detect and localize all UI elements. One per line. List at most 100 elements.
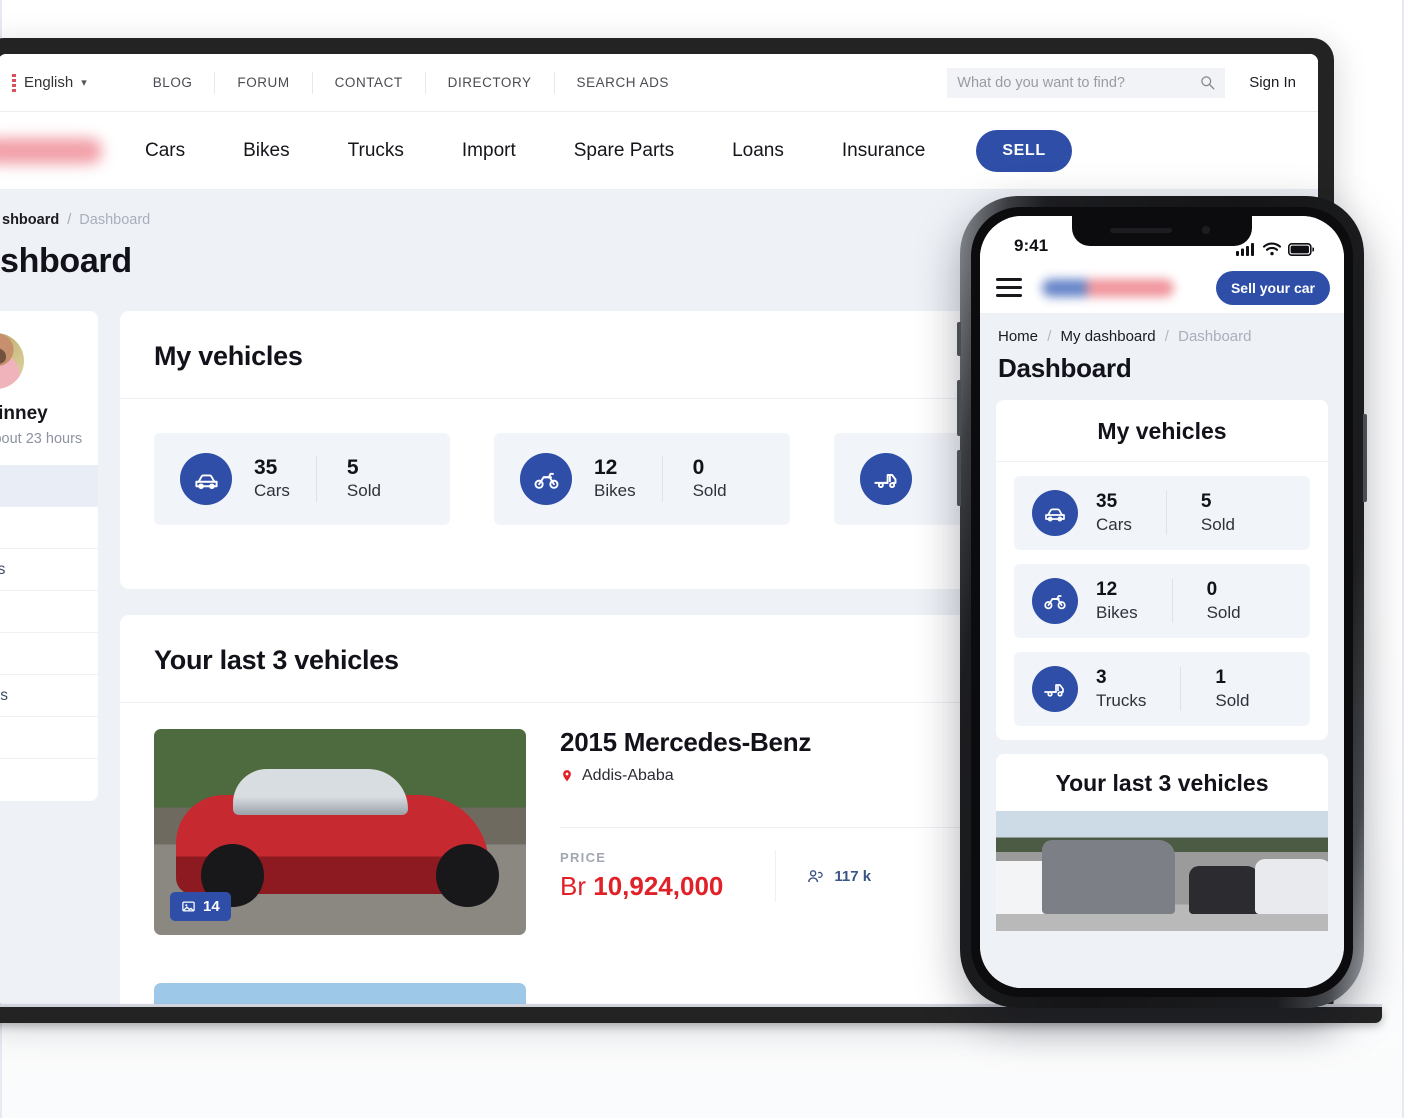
phone-page-title: Dashboard: [998, 353, 1132, 383]
wifi-icon: [1263, 242, 1281, 256]
sidebar-nav: ard cles e parts s rs e leads ile: [0, 465, 98, 801]
search-input[interactable]: [957, 74, 1201, 91]
vehicle-thumbnail[interactable]: 14: [154, 729, 526, 935]
stat-cars-label: Cars: [254, 481, 290, 501]
nav-loans[interactable]: Loans: [703, 140, 813, 162]
bike-icon: [1032, 578, 1078, 624]
hamburger-menu-icon[interactable]: [996, 273, 1022, 302]
phone-notch: [1072, 216, 1252, 246]
sidebar-item-profile[interactable]: ile: [0, 717, 98, 759]
stat-cars-sold: 5 Sold: [315, 455, 407, 503]
lot-car-3: [1188, 866, 1262, 915]
search-box[interactable]: [947, 67, 1226, 98]
phone-stat-cars-sold-label: Sold: [1200, 514, 1235, 534]
phone-breadcrumb-sep-1: /: [1047, 328, 1052, 345]
viewers-icon: [808, 869, 823, 882]
truck-icon: [1032, 666, 1078, 712]
sidebar-item-dashboard[interactable]: ard: [0, 465, 98, 507]
vehicle-views: 117 k: [775, 850, 871, 902]
vehicle-location-label: Addis-Ababa: [582, 767, 674, 784]
sell-your-car-button[interactable]: Sell your car: [1215, 270, 1330, 305]
phone-speaker: [1110, 228, 1172, 233]
phone-last-vehicles-header: Your last 3 vehicles: [996, 754, 1328, 811]
nav-bikes[interactable]: Bikes: [214, 140, 318, 162]
phone-my-vehicles-card: My vehicles 35 Cars 5 Sold 12 Bikes 0 So…: [996, 400, 1328, 740]
site-topbar: English ▾ BLOG FORUM CONTACT DIRECTORY S…: [0, 54, 1318, 112]
phone-site-logo[interactable]: [1042, 278, 1174, 297]
photo-count: 14: [203, 898, 220, 915]
sidebar-item-8[interactable]: [0, 759, 98, 801]
phone-vehicle-thumbnail[interactable]: [996, 811, 1328, 931]
stat-cars[interactable]: 35 Cars 5 Sold: [154, 433, 450, 525]
phone-stat-cars-values: 35 Cars 5 Sold: [1096, 490, 1292, 536]
vehicle-thumbnail[interactable]: [154, 983, 526, 1006]
phone-stat-trucks-values: 3 Trucks 1 Sold: [1096, 666, 1292, 712]
phone-last-vehicles-title: Your last 3 vehicles: [1055, 770, 1269, 796]
phone-stat-trucks-sold-label: Sold: [1215, 690, 1250, 710]
sidebar-item-5[interactable]: rs: [0, 633, 98, 675]
language-selector[interactable]: English ▾: [24, 74, 87, 91]
phone-stat-bikes[interactable]: 12 Bikes 0 Sold: [1014, 564, 1310, 638]
breadcrumb-parent[interactable]: shboard: [2, 212, 59, 228]
phone-breadcrumb: Home / My dashboard / Dashboard: [980, 314, 1344, 345]
nav-spare-parts[interactable]: Spare Parts: [545, 140, 703, 162]
stat-cars-sold-label: Sold: [346, 481, 381, 501]
vehicle-photo: [176, 769, 489, 907]
site-logo[interactable]: [0, 137, 102, 164]
phone-stat-trucks[interactable]: 3 Trucks 1 Sold: [1014, 652, 1310, 726]
phone-breadcrumb-parent[interactable]: My dashboard: [1061, 328, 1156, 345]
phone-silent-switch[interactable]: [957, 322, 961, 356]
top-link-directory[interactable]: DIRECTORY: [426, 71, 555, 94]
phone-bezel: 9:41 Sell your car Home / My dashboard /…: [971, 207, 1353, 997]
battery-icon: [1288, 242, 1314, 256]
stat-bikes-count: 12: [594, 455, 618, 479]
phone-stat-bikes-sold-label: Sold: [1206, 602, 1241, 622]
breadcrumb-separator: /: [67, 212, 72, 228]
sell-button[interactable]: SELL: [976, 129, 1072, 172]
phone-stat-trucks-sold-count: 1: [1215, 666, 1226, 688]
phone-vehicle-stats: 35 Cars 5 Sold 12 Bikes 0 Sold 3 Trucks …: [996, 462, 1328, 740]
price-label: PRICE: [560, 850, 607, 865]
sidebar-item-store-leads[interactable]: e leads: [0, 675, 98, 717]
top-link-forum[interactable]: FORUM: [215, 71, 313, 94]
phone-my-vehicles-title: My vehicles: [1097, 418, 1227, 444]
stat-bikes-sold-label: Sold: [692, 481, 727, 501]
phone-breadcrumb-sep-2: /: [1164, 328, 1169, 345]
sidebar-item-spare-parts[interactable]: e parts: [0, 549, 98, 591]
top-link-search-ads[interactable]: SEARCH ADS: [555, 72, 691, 94]
sign-in-link[interactable]: Sign In: [1249, 74, 1296, 91]
phone-page-body: Home / My dashboard / Dashboard Dashboar…: [980, 314, 1344, 988]
views-count: 117 k: [834, 867, 872, 885]
stat-cars-sold-count: 5: [346, 455, 359, 479]
profile-name: McKinney: [0, 403, 48, 424]
language-label: English: [24, 74, 74, 91]
stat-bikes-label: Bikes: [594, 481, 636, 501]
stat-bikes-values: 12 Bikes 0 Sold: [594, 455, 753, 503]
sidebar-item-4[interactable]: s: [0, 591, 98, 633]
chevron-down-icon: ▾: [81, 77, 87, 89]
phone-breadcrumb-home[interactable]: Home: [998, 328, 1038, 345]
phone-volume-up-button[interactable]: [957, 380, 961, 436]
phone-stat-cars-label: Cars: [1096, 514, 1132, 534]
phone-power-button[interactable]: [1363, 414, 1367, 502]
phone-stat-cars[interactable]: 35 Cars 5 Sold: [1014, 476, 1310, 550]
phone-stat-cars-sold: 5 Sold: [1165, 490, 1269, 536]
top-link-contact[interactable]: CONTACT: [313, 71, 426, 94]
phone-frame: 9:41 Sell your car Home / My dashboard /…: [957, 196, 1367, 1008]
car-icon: [1032, 490, 1078, 536]
nav-import[interactable]: Import: [433, 140, 545, 162]
phone-app-header: Sell your car: [980, 262, 1344, 314]
stat-bikes[interactable]: 12 Bikes 0 Sold: [494, 433, 790, 525]
top-link-blog[interactable]: BLOG: [131, 71, 216, 94]
photo-count-badge: 14: [170, 892, 231, 921]
phone-stat-bikes-sold: 0 Sold: [1171, 578, 1275, 624]
profile-since: nce about 23 hours: [0, 431, 83, 447]
phone-stat-bikes-sold-count: 0: [1206, 578, 1218, 600]
nav-cars[interactable]: Cars: [116, 140, 214, 162]
nav-insurance[interactable]: Insurance: [813, 140, 954, 162]
nav-trucks[interactable]: Trucks: [319, 140, 433, 162]
stat-cars-values: 35 Cars 5 Sold: [254, 455, 407, 503]
phone-stat-bikes-total: 12 Bikes: [1096, 579, 1172, 623]
phone-volume-down-button[interactable]: [957, 450, 961, 506]
sidebar-item-my-vehicles[interactable]: cles: [0, 507, 98, 549]
